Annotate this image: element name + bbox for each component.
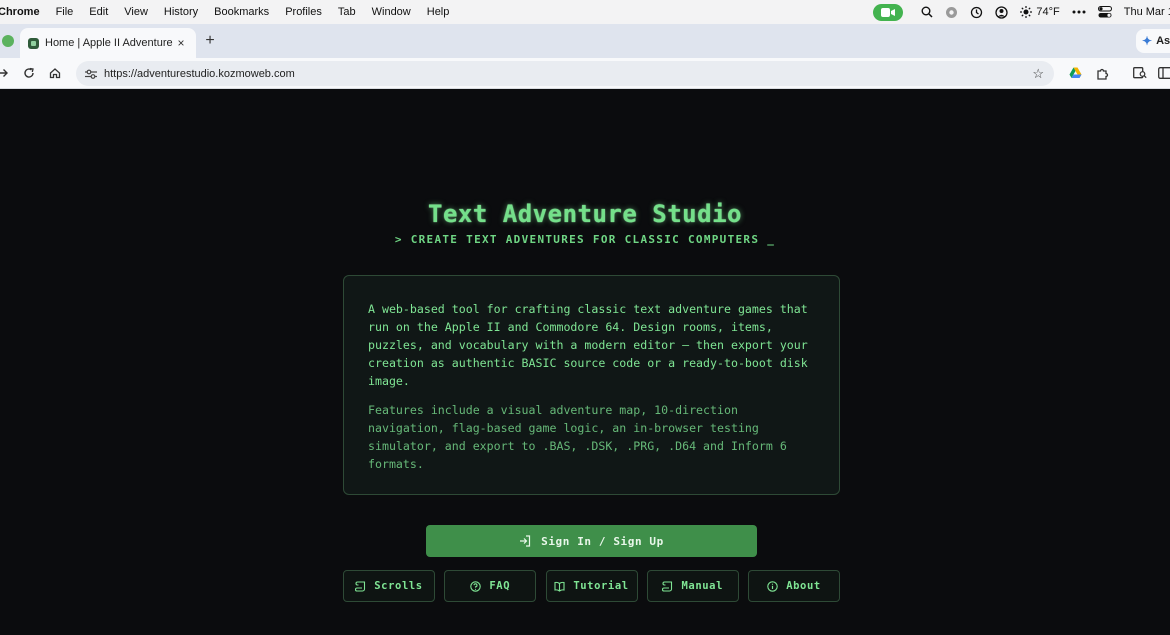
menu-items: Chrome File Edit View History Bookmarks … xyxy=(0,0,457,24)
manual-scroll-icon xyxy=(662,580,673,592)
faq-label: FAQ xyxy=(489,580,511,592)
sun-icon xyxy=(1020,6,1033,18)
description-paragraph-2: Features include a visual adventure map,… xyxy=(368,403,787,471)
page-title: Text Adventure Studio xyxy=(428,200,742,228)
scrolls-label: Scrolls xyxy=(374,580,423,592)
sign-in-button[interactable]: Sign In / Sign Up xyxy=(426,525,757,557)
reload-icon[interactable] xyxy=(20,64,38,82)
menu-clock[interactable]: Thu Mar 19 xyxy=(1118,0,1170,24)
tab-active[interactable]: Home | Apple II Adventure St × xyxy=(20,28,196,58)
search-icon[interactable] xyxy=(915,0,939,24)
window-zoom-dot[interactable] xyxy=(2,35,14,47)
address-bar[interactable]: https://adventurestudio.kozmoweb.com ☆ xyxy=(76,61,1054,86)
menu-app-chrome[interactable]: Chrome xyxy=(0,0,48,24)
tab-close-icon[interactable]: × xyxy=(174,36,188,50)
page-subtitle: > CREATE TEXT ADVENTURES FOR CLASSIC COM… xyxy=(0,233,1170,246)
menu-tab[interactable]: Tab xyxy=(330,0,364,24)
bookmark-star-icon[interactable]: ☆ xyxy=(1032,66,1044,82)
site-favicon-icon xyxy=(28,37,39,49)
tutorial-button[interactable]: Tutorial xyxy=(545,570,638,602)
sidebar-toggle-icon[interactable] xyxy=(1158,64,1170,82)
color-wheel-icon[interactable] xyxy=(939,0,964,24)
scrolls-button[interactable]: Scrolls xyxy=(343,570,435,602)
tab-title: Home | Apple II Adventure St xyxy=(45,37,174,49)
description-paragraph-1: A web-based tool for crafting classic te… xyxy=(368,302,808,388)
sign-in-icon xyxy=(520,535,531,547)
menu-history[interactable]: History xyxy=(156,0,206,24)
ask-label: As xyxy=(1156,35,1170,47)
camera-indicator[interactable] xyxy=(867,0,915,24)
status-area: 74°F Thu Mar 19 xyxy=(867,0,1170,24)
tutorial-label: Tutorial xyxy=(573,580,629,592)
scroll-icon xyxy=(355,580,366,592)
about-label: About xyxy=(786,580,821,592)
video-camera-icon xyxy=(873,3,904,21)
site-info-icon[interactable] xyxy=(84,67,98,81)
nav-button-row: Scrolls FAQ Tutorial Manual About xyxy=(343,570,840,602)
menu-bookmarks[interactable]: Bookmarks xyxy=(206,0,277,24)
manual-label: Manual xyxy=(681,580,724,592)
forward-arrow-icon[interactable] xyxy=(0,64,12,82)
menu-file[interactable]: File xyxy=(48,0,82,24)
info-circle-icon xyxy=(767,580,778,592)
more-dots-icon[interactable] xyxy=(1066,0,1092,24)
ask-gemini-button[interactable]: ✦ As xyxy=(1136,29,1170,53)
about-button[interactable]: About xyxy=(748,570,840,602)
sign-in-label: Sign In / Sign Up xyxy=(541,534,664,548)
drive-extension-icon[interactable] xyxy=(1066,64,1084,82)
menu-window[interactable]: Window xyxy=(364,0,419,24)
url-text: https://adventurestudio.kozmoweb.com xyxy=(104,67,295,80)
open-book-icon xyxy=(554,581,565,592)
description-panel: A web-based tool for crafting classic te… xyxy=(343,275,840,495)
browser-toolbar: https://adventurestudio.kozmoweb.com ☆ xyxy=(0,58,1170,89)
page-content: Text Adventure Studio > CREATE TEXT ADVE… xyxy=(0,90,1170,635)
home-icon[interactable] xyxy=(46,64,64,82)
manual-button[interactable]: Manual xyxy=(646,570,739,602)
menu-help[interactable]: Help xyxy=(419,0,458,24)
blinking-cursor: _ xyxy=(767,233,776,246)
help-circle-icon xyxy=(470,580,482,592)
faq-button[interactable]: FAQ xyxy=(444,570,537,602)
extensions-puzzle-icon[interactable] xyxy=(1093,64,1111,82)
reading-list-icon[interactable] xyxy=(1131,64,1149,82)
new-tab-button[interactable]: + xyxy=(202,31,218,51)
sparkle-icon: ✦ xyxy=(1142,34,1153,48)
macos-menu-bar: Chrome File Edit View History Bookmarks … xyxy=(0,0,1170,24)
tab-strip: Home | Apple II Adventure St × + ✦ As xyxy=(0,24,1170,58)
weather-temperature: 74°F xyxy=(1036,6,1060,18)
menu-profiles[interactable]: Profiles xyxy=(277,0,330,24)
subtitle-text: > CREATE TEXT ADVENTURES FOR CLASSIC COM… xyxy=(394,233,760,246)
menu-edit[interactable]: Edit xyxy=(81,0,116,24)
time-machine-icon[interactable] xyxy=(964,0,989,24)
weather-widget[interactable]: 74°F xyxy=(1014,0,1065,24)
user-account-icon[interactable] xyxy=(989,0,1014,24)
menu-view[interactable]: View xyxy=(116,0,156,24)
control-center-icon[interactable] xyxy=(1092,0,1118,24)
